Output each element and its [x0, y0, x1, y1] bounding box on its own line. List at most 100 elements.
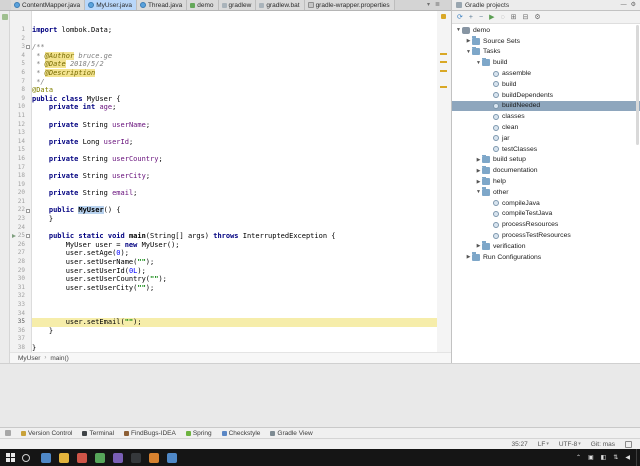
toolwindow-button-Spring[interactable]: Spring — [185, 430, 212, 437]
tray-expand-icon[interactable]: ⌃ — [576, 453, 581, 463]
project-toolwindow-stripe-icon[interactable] — [1, 14, 8, 20]
code-line[interactable] — [32, 35, 437, 44]
code-line[interactable]: user.setUserId(0L); — [32, 267, 437, 276]
volume-icon[interactable]: ◀ — [625, 453, 630, 463]
tree-collapse-arrow-icon[interactable]: ▼ — [455, 27, 462, 33]
code-line[interactable]: public MyUser() { — [32, 206, 437, 215]
code-line[interactable] — [32, 112, 437, 121]
app-icon-8[interactable] — [167, 452, 177, 463]
code-line[interactable]: * @Description — [32, 68, 437, 78]
tree-collapse-arrow-icon[interactable]: ▼ — [475, 189, 482, 195]
code-line[interactable] — [32, 292, 437, 301]
gradle-tree-scrollbar[interactable] — [636, 25, 639, 145]
hidden-tabs-list-icon[interactable]: ▾ — [427, 1, 430, 8]
code-line[interactable]: private String userCity; — [32, 172, 437, 181]
line-separator-selector[interactable]: LF ▾ — [538, 441, 549, 448]
warning-stripe-mark[interactable] — [440, 52, 447, 55]
code-line[interactable]: } — [32, 327, 437, 336]
search-icon[interactable] — [22, 453, 30, 462]
code-line[interactable] — [32, 129, 437, 138]
code-line[interactable]: user.setEmail(""); — [32, 318, 437, 327]
tree-node-Tasks[interactable]: ▼ Tasks — [452, 46, 640, 58]
editor-tab-ContentMapper.java[interactable]: ContentMapper.java — [11, 0, 86, 10]
code-line[interactable]: */ — [32, 78, 437, 87]
settings-gear-icon[interactable]: ⚙ — [534, 12, 540, 23]
code-line[interactable]: private String userName; — [32, 121, 437, 130]
collapse-all-icon[interactable]: ⊟ — [523, 12, 529, 23]
show-desktop-button[interactable] — [636, 449, 640, 466]
toolwindow-button-Checkstyle[interactable]: Checkstyle — [221, 430, 260, 437]
tree-collapse-arrow-icon[interactable]: ▼ — [465, 49, 472, 55]
toolwindow-button-FindBugs-IDEA[interactable]: FindBugs-IDEA — [124, 430, 176, 437]
tree-node-build[interactable]: ▼ build — [452, 57, 640, 68]
tree-node-buildNeeded[interactable]: buildNeeded — [452, 100, 640, 112]
tree-node-classes[interactable]: classes — [452, 111, 640, 122]
code-line[interactable]: public static void main(String[] args) t… — [32, 232, 437, 241]
code-line[interactable]: private Long userId; — [32, 138, 437, 147]
code-line[interactable]: user.setUserName(""); — [32, 258, 437, 267]
tree-node-help[interactable]: ▶ help — [452, 176, 640, 187]
toolwindow-button-Gradle-View[interactable]: Gradle View — [270, 430, 313, 437]
app-icon-1[interactable] — [41, 452, 51, 463]
tree-expand-arrow-icon[interactable]: ▶ — [465, 254, 472, 260]
code-line[interactable]: user.setUserCountry(""); — [32, 275, 437, 284]
tree-node-documentation[interactable]: ▶ documentation — [452, 165, 640, 176]
app-icon-7[interactable] — [149, 452, 159, 463]
error-stripe[interactable] — [437, 11, 451, 352]
code-line[interactable]: user.setUserCity(""); — [32, 284, 437, 293]
tree-node-demo[interactable]: ▼ demo — [452, 25, 640, 36]
tree-node-build-setup[interactable]: ▶ build setup — [452, 154, 640, 166]
code-line[interactable] — [32, 198, 437, 207]
tree-node-clean[interactable]: clean — [452, 122, 640, 133]
encoding-selector[interactable]: UTF-8 ▾ — [559, 441, 581, 448]
fold-icon[interactable] — [26, 208, 30, 213]
code-editor[interactable]: import lombok.Data; /** * @Author bruce.g… — [32, 11, 437, 352]
code-line[interactable]: @Data — [32, 86, 437, 95]
breadcrumb-method[interactable]: main() — [50, 355, 68, 362]
code-line[interactable]: /** — [32, 43, 437, 52]
panel-settings-icon[interactable]: ⚙ — [631, 0, 636, 10]
attach-project-icon[interactable]: + — [469, 12, 473, 23]
inspection-indicator-icon[interactable] — [441, 14, 446, 19]
tree-node-testClasses[interactable]: testClasses — [452, 144, 640, 155]
code-line[interactable] — [32, 310, 437, 319]
toolwindow-switcher-icon[interactable] — [5, 430, 11, 436]
gradle-project-tree[interactable]: ▼ demo ▶ Source Sets ▼ Tasks ▼ build assemble bui… — [452, 25, 640, 363]
tree-expand-arrow-icon[interactable]: ▶ — [475, 243, 482, 249]
offline-mode-icon[interactable]: ◌ — [500, 12, 504, 23]
code-line[interactable] — [32, 224, 437, 233]
tree-expand-arrow-icon[interactable]: ▶ — [475, 168, 482, 174]
editor-tab-MyUser.java[interactable]: MyUser.java — [85, 0, 137, 10]
code-line[interactable]: private String email; — [32, 189, 437, 198]
app-icon-4[interactable] — [95, 452, 105, 463]
app-icon-6[interactable] — [131, 452, 141, 463]
code-line[interactable]: * @Author bruce.ge — [32, 51, 437, 61]
tree-node-other[interactable]: ▼ other — [452, 187, 640, 198]
run-gutter-icon[interactable] — [12, 233, 16, 238]
vcs-branch[interactable]: Git: mas — [591, 441, 615, 448]
tree-node-verification[interactable]: ▶ verification — [452, 241, 640, 252]
tree-node-build[interactable]: build — [452, 79, 640, 90]
tree-expand-arrow-icon[interactable]: ▶ — [475, 157, 482, 163]
start-button[interactable] — [6, 453, 15, 462]
app-icon-3[interactable] — [77, 452, 87, 463]
warning-stripe-mark[interactable] — [440, 86, 447, 89]
run-task-icon[interactable]: ▶ — [489, 12, 494, 23]
tree-node-compileJava[interactable]: compileJava — [452, 198, 640, 209]
editor-tab-gradlew[interactable]: gradlew — [218, 0, 257, 10]
network-icon[interactable]: ⇅ — [613, 453, 618, 463]
fold-icon[interactable] — [26, 234, 30, 239]
tree-expand-arrow-icon[interactable]: ▶ — [465, 38, 472, 44]
expand-all-icon[interactable]: ⊞ — [511, 12, 517, 23]
hide-panel-icon[interactable]: — — [621, 0, 627, 10]
code-line[interactable]: } — [32, 344, 437, 352]
code-line[interactable]: * @Date 2018/5/2 — [32, 60, 437, 69]
refresh-icon[interactable]: ⟳ — [457, 12, 463, 23]
tray-app-icon-1[interactable]: ▣ — [588, 453, 594, 463]
tree-node-Run-Configurations[interactable]: ▶ Run Configurations — [452, 252, 640, 263]
code-line[interactable] — [32, 301, 437, 310]
app-icon-2[interactable] — [59, 452, 69, 463]
code-line[interactable]: MyUser user = new MyUser(); — [32, 241, 437, 250]
breadcrumb-class[interactable]: MyUser — [18, 355, 40, 362]
tree-collapse-arrow-icon[interactable]: ▼ — [475, 60, 482, 66]
